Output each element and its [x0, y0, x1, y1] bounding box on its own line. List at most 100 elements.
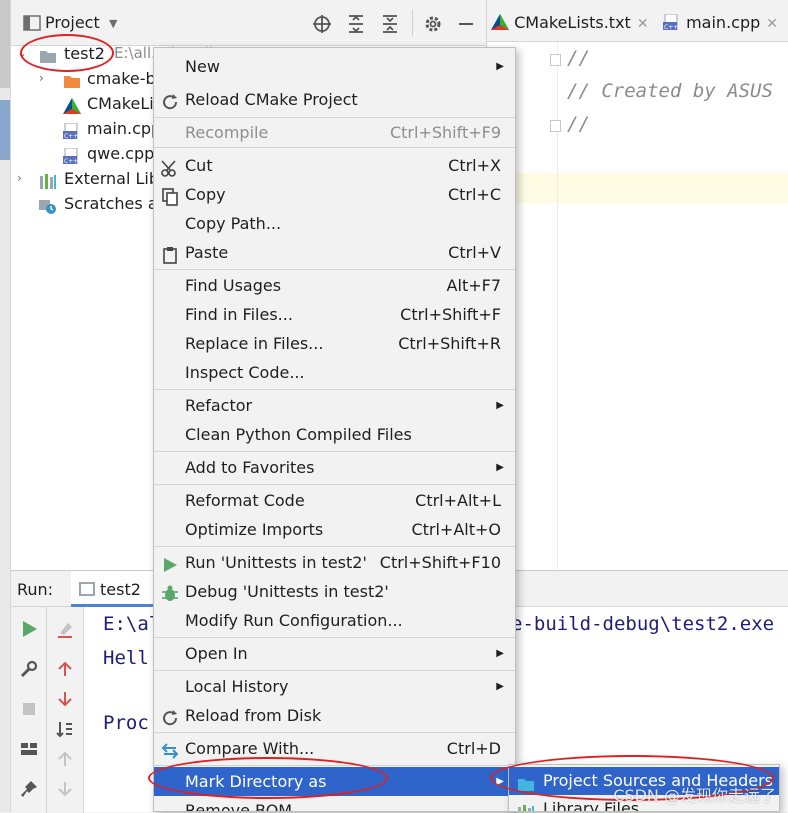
chevron-down-icon[interactable]: ▼: [109, 17, 117, 30]
menu-item-open-in[interactable]: Open In ▶: [154, 639, 515, 668]
collapse-all-icon[interactable]: [379, 13, 401, 35]
pin-icon[interactable]: [19, 779, 39, 799]
menu-item-refactor[interactable]: Refactor ▶: [154, 391, 515, 420]
close-icon[interactable]: ✕: [637, 16, 649, 32]
console-line: Hell: [103, 647, 149, 669]
copy-icon: [161, 186, 179, 206]
tree-label: main.cpp: [87, 119, 162, 138]
menu-separator: [154, 670, 515, 671]
tree-label: cmake-b: [87, 69, 156, 88]
annotation-ellipse: [148, 757, 388, 799]
menu-item-inspect-code[interactable]: Inspect Code...: [154, 358, 515, 387]
editor-tab-bar: CMakeLists.txt ✕ C++ main.cpp ✕: [487, 0, 788, 42]
run-panel-label: Run:: [17, 580, 54, 599]
run-tab-label: test2: [100, 580, 141, 599]
arrow-up-icon[interactable]: [55, 659, 75, 679]
project-panel-title[interactable]: Project: [45, 13, 100, 32]
console-line: e-build-debug\test2.exe: [511, 613, 775, 635]
menu-item-compare-with[interactable]: Compare With... Ctrl+D: [154, 734, 515, 763]
menu-item-copy-path[interactable]: Copy Path...: [154, 209, 515, 238]
chevron-right-icon[interactable]: ›: [17, 166, 31, 191]
wrench-icon[interactable]: [19, 659, 39, 679]
menu-item-replace-in-files[interactable]: Replace in Files... Ctrl+Shift+R: [154, 329, 515, 358]
submenu-arrow-icon: ▶: [496, 681, 504, 692]
gear-icon[interactable]: [422, 13, 444, 35]
cmake-icon: [63, 96, 81, 114]
menu-item-optimize-imports[interactable]: Optimize Imports Ctrl+Alt+O: [154, 515, 515, 544]
menu-item-run-unittests[interactable]: Run 'Unittests in test2' Ctrl+Shift+F10: [154, 548, 515, 577]
tab-main-cpp[interactable]: C++ main.cpp ✕: [663, 0, 778, 42]
scroll-down-icon[interactable]: [55, 779, 75, 799]
project-tool-tab[interactable]: [0, 0, 10, 88]
cpp-file-icon: C++: [63, 146, 81, 165]
tree-label: External Lib: [64, 169, 159, 188]
tree-label: CMakeLi: [87, 94, 154, 113]
run-icon: [161, 554, 179, 572]
fold-marker[interactable]: [550, 54, 561, 66]
left-tool-strip: [0, 0, 11, 812]
menu-item-reload-cmake[interactable]: Reload CMake Project: [154, 85, 515, 114]
clear-console-icon[interactable]: [55, 619, 75, 639]
tab-cmakelists[interactable]: CMakeLists.txt ✕: [491, 0, 649, 42]
cpp-file-icon: C++: [63, 121, 81, 140]
submenu-arrow-icon: ▶: [496, 61, 504, 72]
menu-item-debug-unittests[interactable]: Debug 'Unittests in test2': [154, 577, 515, 606]
menu-item-copy[interactable]: Copy Ctrl+C: [154, 180, 515, 209]
menu-item-local-history[interactable]: Local History ▶: [154, 672, 515, 701]
library-icon: [517, 801, 535, 811]
orange-folder-icon: [63, 71, 81, 88]
console-line: E:\al: [103, 613, 161, 635]
structure-tool-tab[interactable]: [0, 100, 10, 160]
code-line[interactable]: //: [567, 47, 590, 69]
compare-icon: [161, 740, 179, 759]
menu-item-paste[interactable]: Paste Ctrl+V: [154, 238, 515, 267]
menu-item-clean-python[interactable]: Clean Python Compiled Files: [154, 420, 515, 449]
expand-all-icon[interactable]: [345, 13, 367, 35]
menu-separator: [154, 637, 515, 638]
menu-separator: [154, 451, 515, 452]
minimize-icon[interactable]: [455, 13, 477, 35]
menu-item-new[interactable]: New ▶: [154, 52, 515, 81]
menu-item-remove-bom[interactable]: Remove BOM: [154, 796, 515, 811]
menu-separator: [154, 546, 515, 547]
code-line[interactable]: // Created by ASUS: [567, 80, 773, 102]
tab-label: CMakeLists.txt: [514, 13, 631, 32]
reload-icon: [161, 91, 179, 110]
menu-item-reload-from-disk[interactable]: Reload from Disk: [154, 701, 515, 730]
code-line[interactable]: //: [567, 113, 590, 135]
cpp-file-icon: C++: [663, 14, 681, 30]
cmake-icon: [491, 14, 509, 30]
context-menu: New ▶ Reload CMake Project Recompile Ctr…: [153, 47, 516, 812]
menu-item-add-to-favorites[interactable]: Add to Favorites ▶: [154, 453, 515, 482]
menu-item-cut[interactable]: Cut Ctrl+X: [154, 151, 515, 180]
locate-icon[interactable]: [311, 13, 333, 35]
menu-item-reformat-code[interactable]: Reformat Code Ctrl+Alt+L: [154, 486, 515, 515]
svg-text:C++: C++: [64, 133, 78, 139]
run-config-icon: [79, 582, 95, 600]
arrow-down-icon[interactable]: [55, 689, 75, 709]
debug-icon: [161, 583, 179, 601]
menu-separator: [154, 389, 515, 390]
fold-marker[interactable]: [550, 120, 561, 132]
layout-icon[interactable]: [19, 739, 39, 759]
scroll-up-icon[interactable]: [55, 749, 75, 769]
rerun-icon[interactable]: [19, 619, 39, 639]
sort-icon[interactable]: [55, 719, 75, 739]
menu-item-modify-run-config[interactable]: Modify Run Configuration...: [154, 606, 515, 635]
console-line: Proc: [103, 712, 149, 734]
close-icon[interactable]: ✕: [766, 16, 778, 32]
run-tab-test2[interactable]: test2: [71, 571, 161, 607]
submenu-arrow-icon: ▶: [496, 462, 504, 473]
menu-item-recompile[interactable]: Recompile Ctrl+Shift+F9: [154, 118, 515, 147]
watermark: CSDN @发现你走远了: [613, 786, 776, 805]
submenu-arrow-icon: ▶: [496, 648, 504, 659]
project-view-icon: [23, 14, 41, 32]
editor-pane: CMakeLists.txt ✕ C++ main.cpp ✕ // // Crea…: [486, 0, 788, 570]
menu-separator: [154, 732, 515, 733]
menu-item-find-in-files[interactable]: Find in Files... Ctrl+Shift+F: [154, 300, 515, 329]
stop-icon[interactable]: [19, 699, 39, 719]
menu-item-find-usages[interactable]: Find Usages Alt+F7: [154, 271, 515, 300]
svg-text:C++: C++: [64, 158, 78, 164]
tree-label: qwe.cpp: [87, 144, 155, 163]
scissors-icon: [161, 157, 179, 177]
